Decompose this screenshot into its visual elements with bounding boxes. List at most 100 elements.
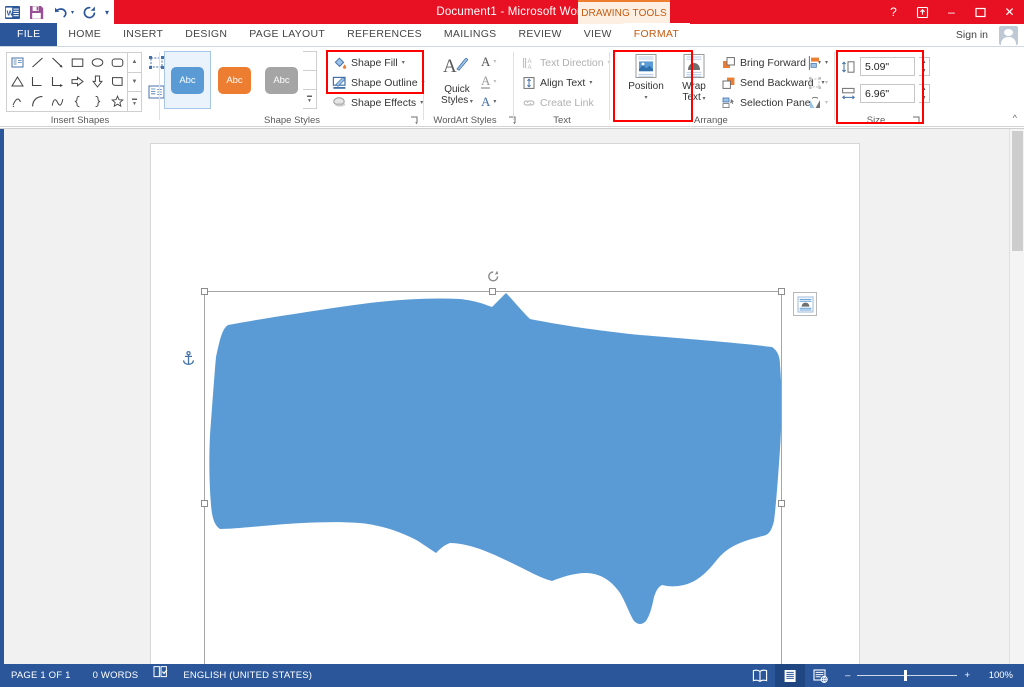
sign-in-link[interactable]: Sign in [956, 24, 988, 47]
print-layout-icon[interactable] [775, 664, 805, 687]
text-effects-button[interactable]: A ▾ [479, 92, 498, 111]
tab-review[interactable]: REVIEW [507, 23, 572, 46]
help-button[interactable]: ? [879, 0, 908, 24]
tab-references[interactable]: REFERENCES [336, 23, 433, 46]
zoom-control[interactable]: – + [835, 670, 980, 681]
selection-handle-mr[interactable] [778, 500, 785, 507]
curve-shape-icon [51, 95, 64, 108]
proofing-errors-icon[interactable] [149, 664, 172, 687]
minimize-button[interactable]: – [937, 0, 966, 24]
send-backward-icon [722, 76, 736, 90]
tab-insert[interactable]: INSERT [112, 23, 174, 46]
styles-scroll-up-icon[interactable] [303, 51, 317, 71]
shape-styles-gallery[interactable]: Abc Abc Abc [164, 51, 305, 109]
rectangle-shape-icon [71, 56, 84, 69]
language-indicator[interactable]: ENGLISH (UNITED STATES) [172, 664, 323, 687]
quick-styles-icon: A [442, 53, 472, 79]
selection-handle-ml[interactable] [201, 500, 208, 507]
create-link-button[interactable]: Create Link [520, 93, 596, 112]
styles-more-icon[interactable]: ▬▼ [303, 90, 317, 109]
elbow-arrow-connector-icon [51, 75, 64, 88]
zoom-slider[interactable] [857, 675, 957, 676]
align-text-button[interactable]: Align Text ▾ [520, 73, 594, 92]
rotate-objects-button[interactable]: ▾ [806, 93, 830, 112]
collapse-ribbon-button[interactable]: ^ [1013, 113, 1017, 123]
line-shape-icon [31, 56, 44, 69]
group-label-text: Text [514, 115, 610, 126]
shapes-gallery-scroll[interactable]: ▲ ▼ ▬▼ [128, 52, 142, 112]
shape-height-input[interactable]: 5.09" [860, 57, 915, 76]
shapes-gallery[interactable] [6, 52, 128, 112]
text-fill-button[interactable]: A ▾ [479, 52, 498, 71]
tab-format[interactable]: FORMAT [623, 23, 690, 46]
web-layout-icon[interactable] [805, 664, 835, 687]
close-button[interactable]: ✕ [995, 0, 1024, 24]
shape-outline-icon [332, 75, 347, 90]
styles-scroll-down-icon[interactable] [303, 71, 317, 90]
align-objects-icon [808, 56, 822, 70]
layout-options-button[interactable] [793, 292, 817, 316]
wrap-text-label-1: Wrap [682, 81, 706, 92]
shape-height-row: 5.09" ▲▼ [841, 57, 930, 76]
group-label-shape-styles: Shape Styles [160, 115, 424, 126]
rotation-handle[interactable] [486, 269, 500, 283]
ribbon-display-options-icon[interactable] [908, 0, 937, 24]
tab-home[interactable]: HOME [57, 23, 112, 46]
tab-mailings[interactable]: MAILINGS [433, 23, 508, 46]
window-title: Document1 - Microsoft Word [0, 0, 1024, 24]
tab-file[interactable]: FILE [0, 23, 57, 46]
selection-pane-icon [722, 96, 736, 110]
zoom-level[interactable]: 100% [980, 670, 1024, 681]
shape-effects-button[interactable]: Shape Effects ▾ [330, 93, 425, 112]
position-button[interactable]: Position ▾ [622, 53, 670, 104]
shape-outline-button[interactable]: Shape Outline ▾ [330, 73, 427, 92]
shape-styles-dialog-launcher[interactable] [410, 116, 419, 125]
group-objects-button[interactable]: ▾ [806, 73, 830, 92]
star-shape-icon [111, 95, 124, 108]
shape-height-stepper[interactable]: ▲▼ [919, 57, 930, 76]
gallery-scroll-up-icon[interactable]: ▲ [128, 52, 142, 73]
text-outline-button[interactable]: A ▾ [479, 72, 498, 91]
shape-fill-button[interactable]: Shape Fill ▾ [330, 53, 407, 72]
group-size: 5.09" ▲▼ 6.96" ▲▼ Size [835, 47, 927, 127]
scrollbar-thumb[interactable] [1012, 131, 1023, 251]
selection-handle-tc[interactable] [489, 288, 496, 295]
create-link-label: Create Link [540, 97, 594, 109]
size-dialog-launcher[interactable] [912, 116, 921, 125]
tab-view[interactable]: VIEW [573, 23, 623, 46]
word-count[interactable]: 0 WORDS [82, 664, 150, 687]
read-mode-icon[interactable] [745, 664, 775, 687]
text-direction-button[interactable]: AA Text Direction ▾ [520, 53, 613, 72]
object-anchor-icon [182, 351, 195, 371]
avatar[interactable] [999, 26, 1018, 45]
vertical-scrollbar[interactable] [1009, 129, 1024, 665]
shape-width-input[interactable]: 6.96" [860, 84, 915, 103]
quick-styles-button[interactable]: A Quick Styles ▾ [436, 53, 478, 108]
tab-page-layout[interactable]: PAGE LAYOUT [238, 23, 336, 46]
zoom-slider-thumb[interactable] [904, 670, 907, 681]
group-label-insert-shapes: Insert Shapes [0, 115, 160, 126]
gallery-scroll-down-icon[interactable]: ▼ [128, 73, 142, 93]
shape-style-thumb-gray[interactable]: Abc [258, 51, 305, 109]
shape-style-thumb-blue[interactable]: Abc [164, 51, 211, 109]
shape-outline-label: Shape Outline [351, 77, 418, 89]
gallery-more-icon[interactable]: ▬▼ [128, 92, 142, 112]
shape-style-thumb-orange[interactable]: Abc [211, 51, 258, 109]
text-direction-icon: AA [522, 56, 536, 70]
shape-width-stepper[interactable]: ▲▼ [919, 84, 930, 103]
zoom-out-button[interactable]: – [845, 670, 850, 681]
selection-pane-button[interactable]: Selection Pane [720, 93, 813, 112]
status-right: – + 100% [745, 664, 1024, 687]
zoom-in-button[interactable]: + [964, 670, 970, 681]
maximize-button[interactable] [966, 0, 995, 24]
shape-styles-scroll[interactable]: ▬▼ [303, 51, 317, 109]
wrap-text-button[interactable]: Wrap Text ▾ [670, 53, 718, 105]
shape-height-icon [841, 60, 856, 74]
tab-design[interactable]: DESIGN [174, 23, 238, 46]
align-objects-button[interactable]: ▾ [806, 53, 830, 72]
right-brace-shape-icon [91, 95, 104, 108]
shape-selection-rect [204, 291, 782, 687]
selection-handle-tl[interactable] [201, 288, 208, 295]
selection-handle-tr[interactable] [778, 288, 785, 295]
page-indicator[interactable]: PAGE 1 OF 1 [0, 664, 82, 687]
